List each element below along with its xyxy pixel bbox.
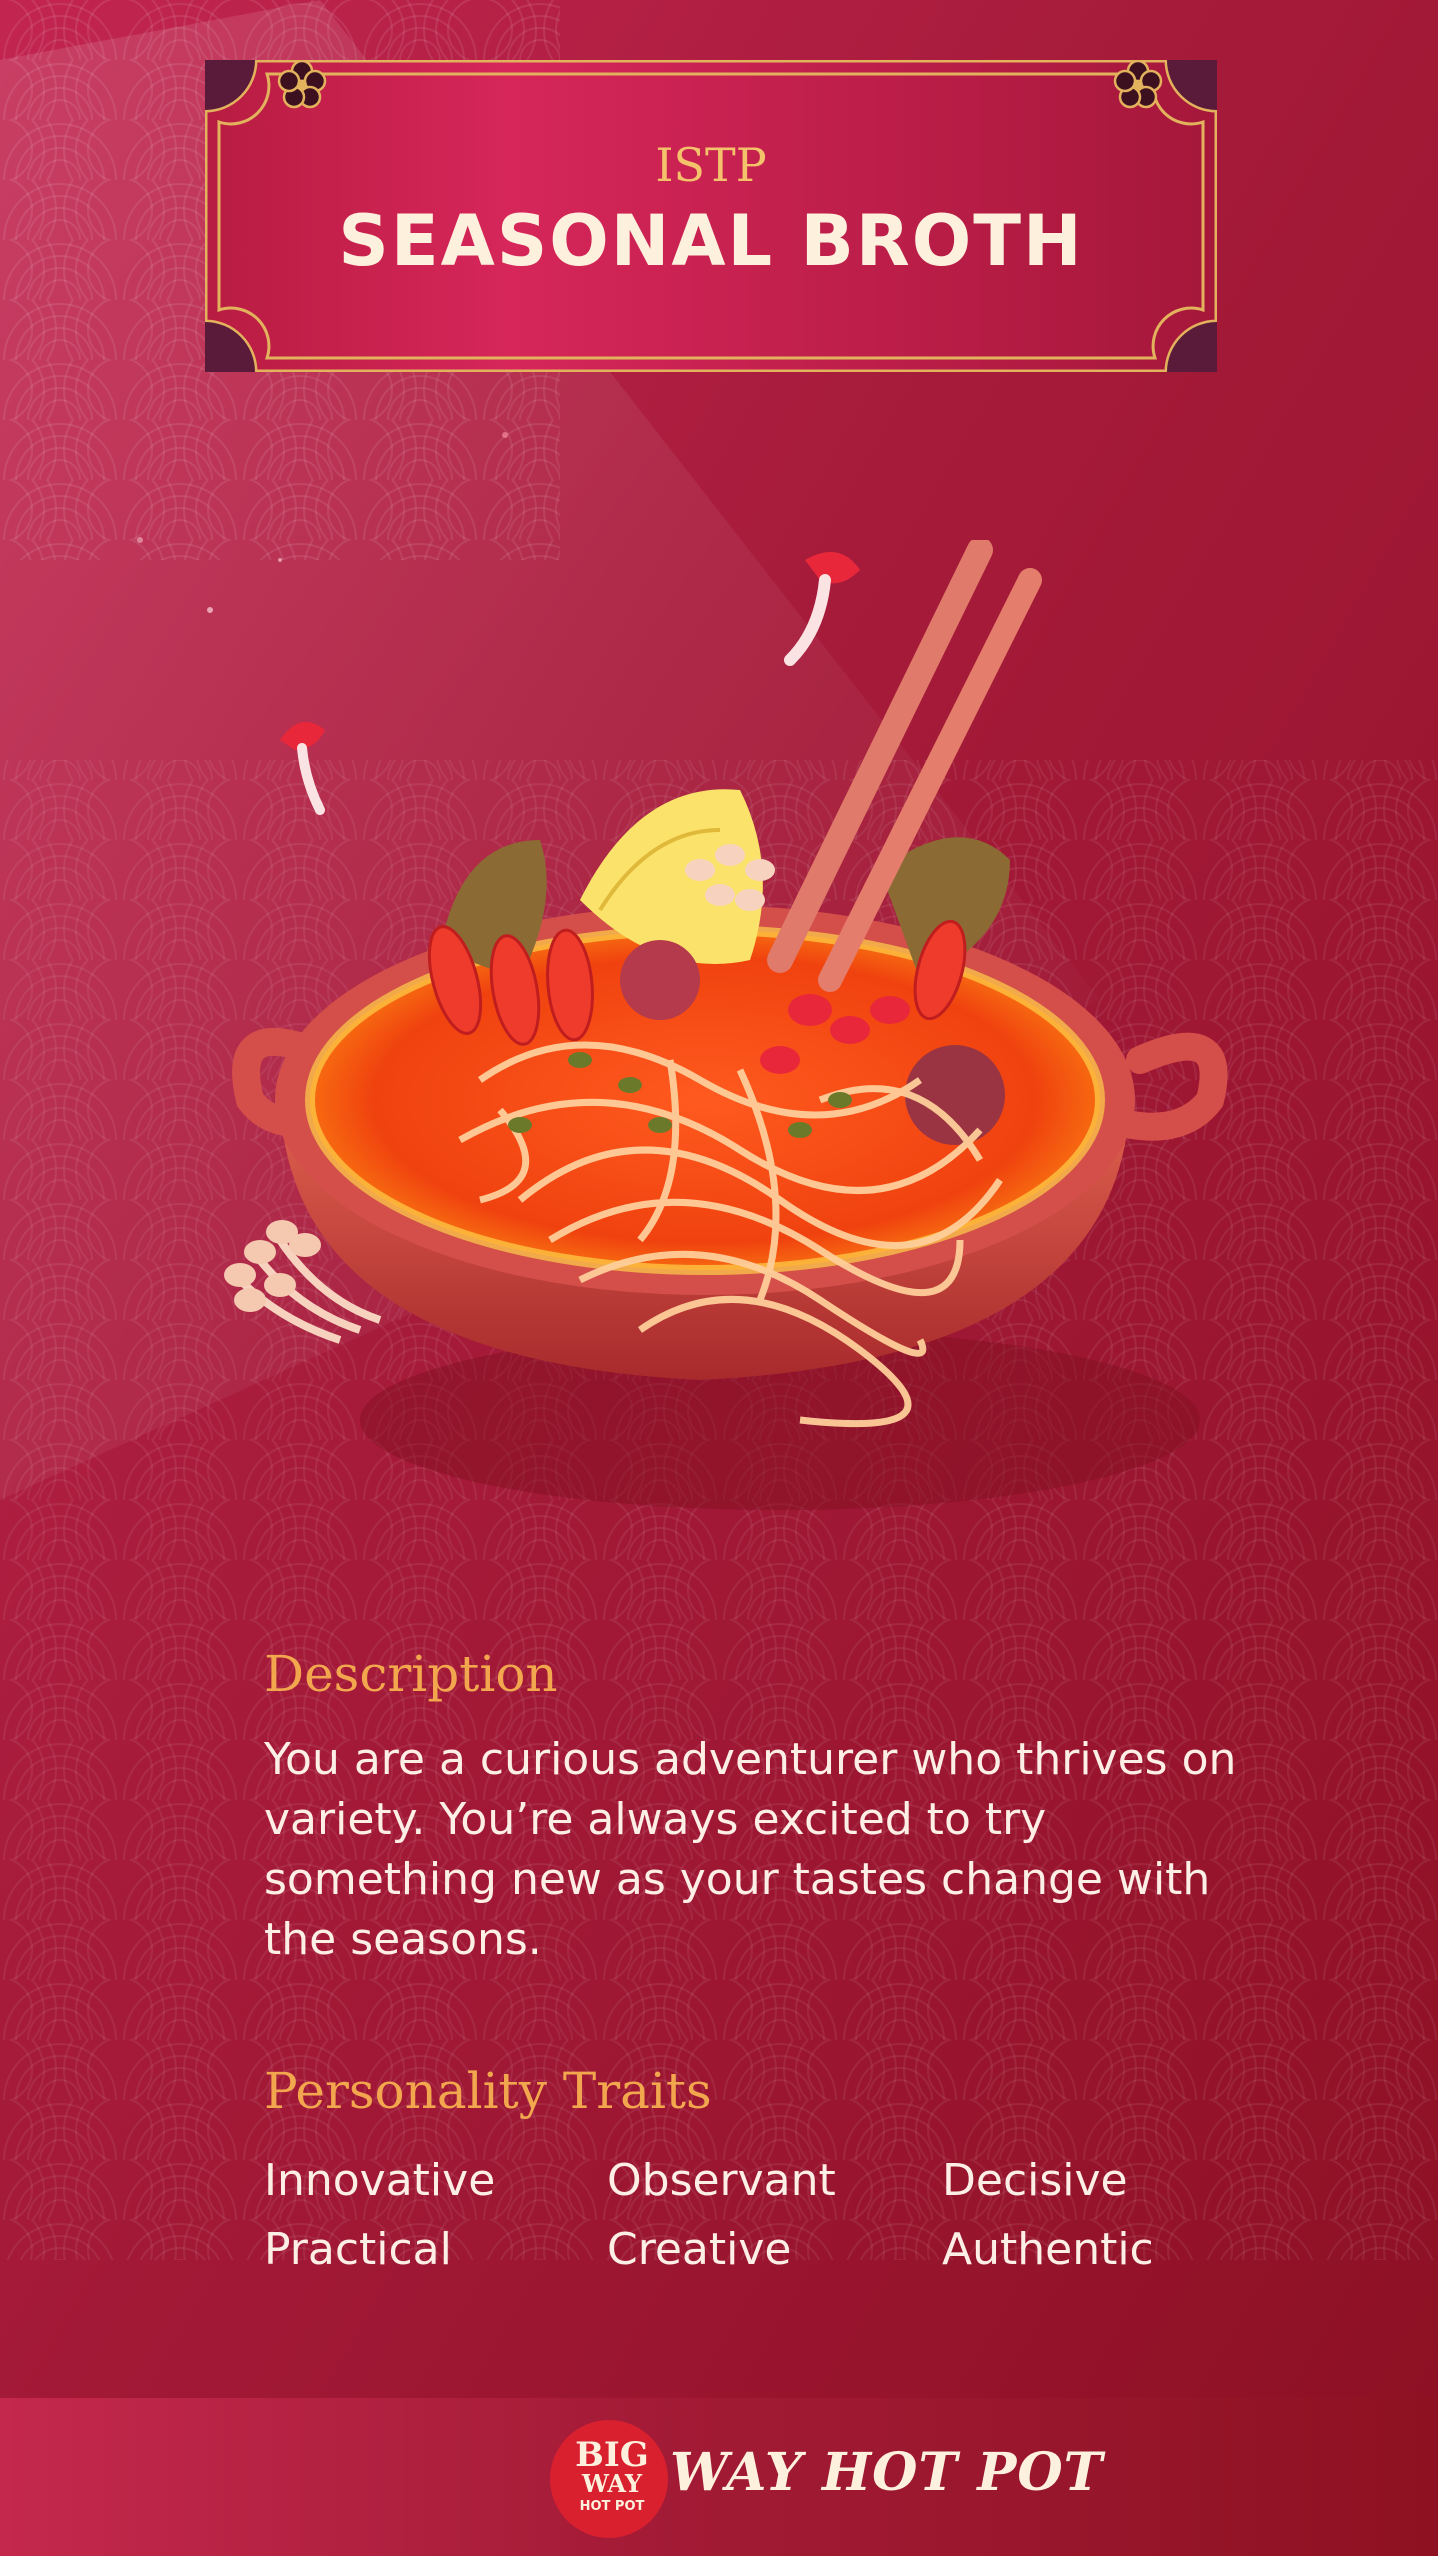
logo-hotpot-text: HOT POT bbox=[580, 2499, 645, 2514]
description-heading: Description bbox=[264, 1645, 558, 1703]
personality-traits-heading: Personality Traits bbox=[264, 2062, 712, 2120]
trait-creative: Creative bbox=[607, 2224, 792, 2275]
logo-way-text: WAY bbox=[581, 2469, 643, 2498]
trait-authentic: Authentic bbox=[942, 2224, 1154, 2275]
brand-name: WAY HOT POT bbox=[670, 2442, 1104, 2503]
title-plaque: ISTP SEASONAL BROTH bbox=[205, 60, 1217, 372]
page: ISTP SEASONAL BROTH Description You are … bbox=[0, 0, 1438, 2556]
plum-blossom-icon bbox=[1113, 60, 1163, 109]
mbti-type-label: ISTP bbox=[655, 138, 767, 192]
plum-blossom-icon bbox=[277, 60, 327, 109]
trait-decisive: Decisive bbox=[942, 2155, 1128, 2206]
big-way-hot-pot-logo[interactable]: BIG WAY HOT POT bbox=[548, 2418, 670, 2540]
footer: BIG WAY HOT POT WAY HOT POT bbox=[0, 2398, 1438, 2556]
trait-observant: Observant bbox=[607, 2155, 836, 2206]
trait-innovative: Innovative bbox=[264, 2155, 496, 2206]
hot-pot-illustration bbox=[224, 540, 1228, 1510]
broth-name-title: SEASONAL BROTH bbox=[338, 200, 1084, 282]
trait-practical: Practical bbox=[264, 2224, 452, 2275]
description-text: You are a curious adventurer who thrives… bbox=[264, 1734, 1237, 1965]
